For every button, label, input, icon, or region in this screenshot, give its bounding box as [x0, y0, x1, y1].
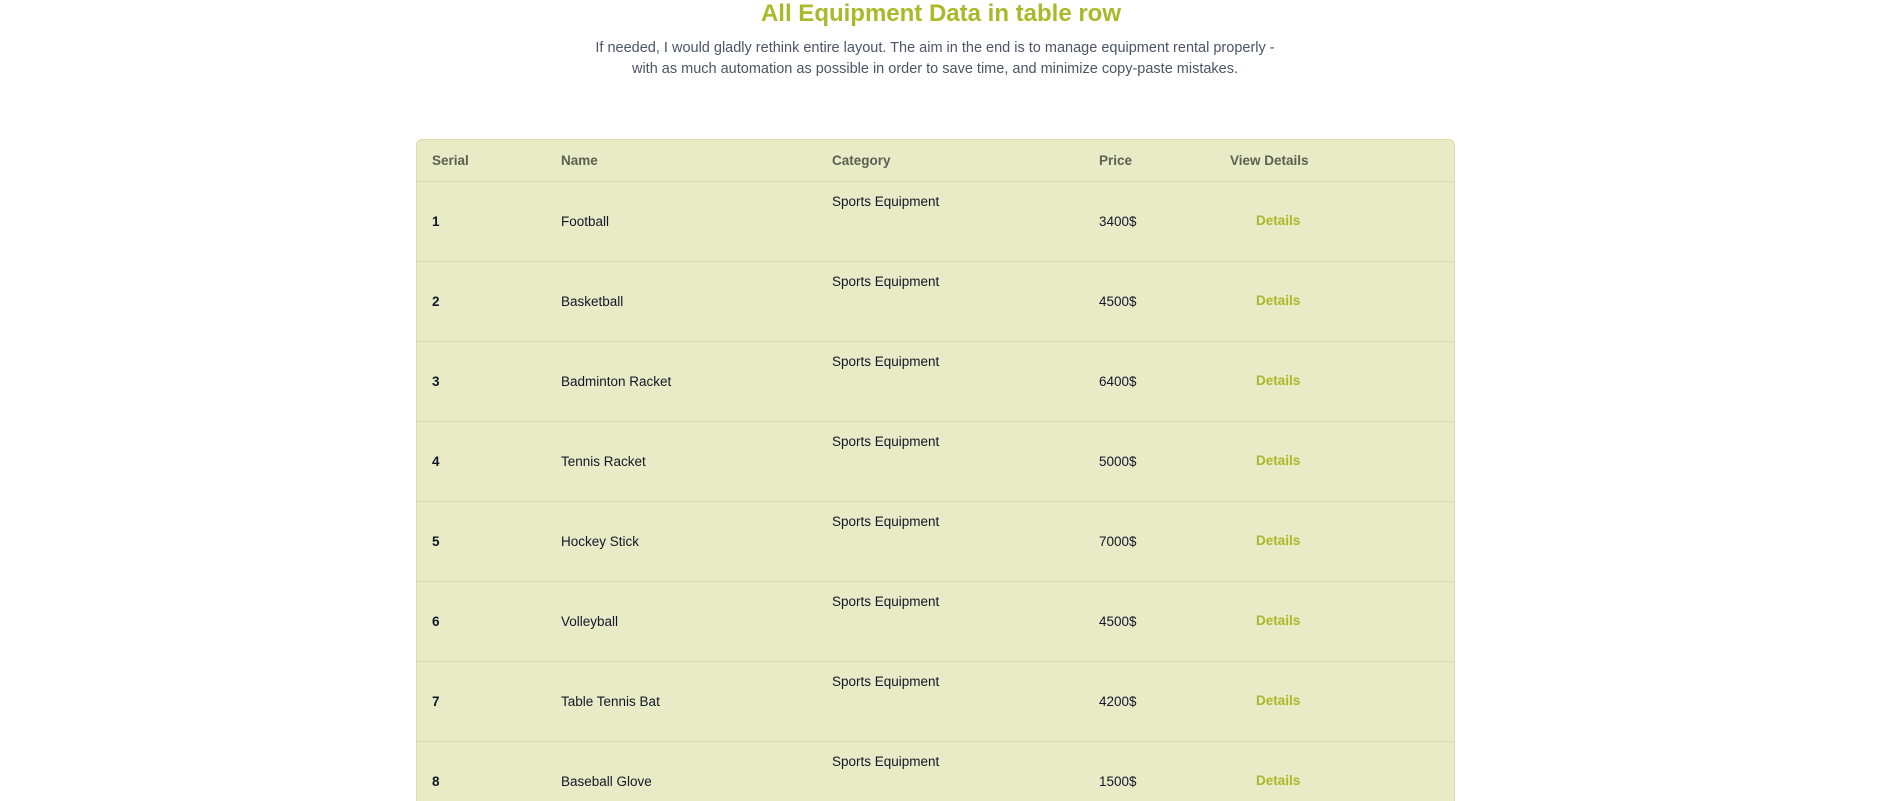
price-cell: 4200$ [1099, 694, 1137, 709]
column-header-view-details: View Details [1215, 140, 1454, 182]
table-body: 1 Football Sports Equipment 3400$ Details 2 Ba… [417, 182, 1454, 801]
details-cell: Details [1215, 422, 1454, 502]
column-header-serial: Serial [417, 140, 546, 182]
serial-cell: 6 [432, 614, 440, 629]
details-button[interactable]: Details [1252, 691, 1304, 710]
table-row: 6 Volleyball Sports Equipment 4500$ Details [417, 582, 1454, 662]
column-header-price: Price [1084, 140, 1215, 182]
name-cell: Basketball [561, 294, 624, 309]
category-cell: Sports Equipment [832, 754, 940, 769]
name-cell: Baseball Glove [561, 774, 652, 789]
details-cell: Details [1215, 662, 1454, 742]
details-button[interactable]: Details [1252, 611, 1304, 630]
table-row: 7 Table Tennis Bat Sports Equipment 4200$ De… [417, 662, 1454, 742]
table-header: Serial Name Category Price View Details [417, 140, 1454, 182]
details-button[interactable]: Details [1252, 291, 1304, 310]
category-cell: Sports Equipment [832, 434, 940, 449]
serial-cell: 3 [432, 374, 440, 389]
column-header-category: Category [817, 140, 1084, 182]
name-cell: Tennis Racket [561, 454, 646, 469]
page: All Equipment Data in table row If neede… [0, 0, 1882, 801]
details-button[interactable]: Details [1252, 451, 1304, 470]
serial-cell: 4 [432, 454, 440, 469]
details-cell: Details [1215, 582, 1454, 662]
price-cell: 5000$ [1099, 454, 1137, 469]
details-cell: Details [1215, 742, 1454, 801]
name-cell: Volleyball [561, 614, 619, 629]
serial-cell: 5 [432, 534, 440, 549]
category-cell: Sports Equipment [832, 194, 940, 209]
details-button[interactable]: Details [1252, 371, 1304, 390]
page-title: All Equipment Data in table row [760, 0, 1122, 27]
category-cell: Sports Equipment [832, 594, 940, 609]
serial-cell: 8 [432, 774, 440, 789]
details-cell: Details [1215, 502, 1454, 582]
price-cell: 3400$ [1099, 214, 1137, 229]
category-cell: Sports Equipment [832, 514, 940, 529]
details-button[interactable]: Details [1252, 211, 1304, 230]
serial-cell: 1 [432, 214, 440, 229]
name-cell: Hockey Stick [561, 534, 640, 549]
serial-cell: 2 [432, 294, 440, 309]
category-cell: Sports Equipment [832, 274, 940, 289]
price-cell: 6400$ [1099, 374, 1137, 389]
serial-cell: 7 [432, 694, 440, 709]
price-cell: 1500$ [1099, 774, 1137, 789]
category-cell: Sports Equipment [832, 354, 940, 369]
name-cell: Badminton Racket [561, 374, 672, 389]
details-cell: Details [1215, 262, 1454, 342]
equipment-table-container: Serial Name Category Price View Details … [416, 139, 1455, 801]
details-button[interactable]: Details [1252, 531, 1304, 550]
table-row: 8 Baseball Glove Sports Equipment 1500$ Deta… [417, 742, 1454, 801]
table-row: 2 Basketball Sports Equipment 4500$ Details [417, 262, 1454, 342]
name-cell: Football [561, 214, 610, 229]
table-header-row: Serial Name Category Price View Details [417, 140, 1454, 182]
details-cell: Details [1215, 342, 1454, 422]
details-button[interactable]: Details [1252, 771, 1304, 790]
price-cell: 4500$ [1099, 614, 1137, 629]
price-cell: 7000$ [1099, 534, 1137, 549]
category-cell: Sports Equipment [832, 674, 940, 689]
subtitle-line-1: If needed, I would gladly rethink entire… [595, 40, 1275, 56]
table-row: 1 Football Sports Equipment 3400$ Details [417, 182, 1454, 262]
details-cell: Details [1215, 182, 1454, 262]
table-row: 4 Tennis Racket Sports Equipment 5000$ Detai… [417, 422, 1454, 502]
subtitle-line-2: with as much automation as possible in o… [631, 61, 1239, 77]
name-cell: Table Tennis Bat [561, 694, 660, 709]
table-row: 5 Hockey Stick Sports Equipment 7000$ Detail… [417, 502, 1454, 582]
page-subtitle: If needed, I would gladly rethink entire… [560, 38, 1310, 80]
column-header-name: Name [546, 140, 817, 182]
price-cell: 4500$ [1099, 294, 1137, 309]
equipment-table: Serial Name Category Price View Details … [417, 140, 1454, 801]
table-row: 3 Badminton Racket Sports Equipment 6400$ De… [417, 342, 1454, 422]
